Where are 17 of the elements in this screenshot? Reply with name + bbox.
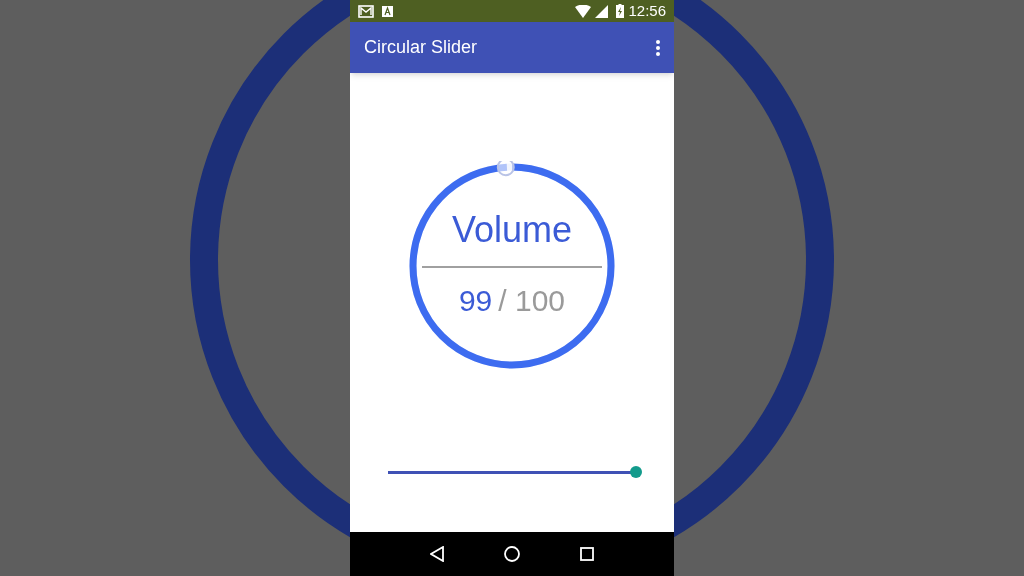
signal-icon [595, 4, 609, 18]
overflow-menu-icon[interactable] [656, 39, 660, 56]
recents-icon[interactable] [580, 547, 594, 561]
battery-charging-icon [616, 4, 625, 18]
app-notification-icon [382, 5, 393, 17]
slider[interactable] [388, 466, 642, 478]
slider-value: 99 [458, 284, 493, 318]
slider-thumb[interactable] [630, 466, 642, 478]
clock: 12:56 [628, 0, 666, 21]
slider-label: Volume [451, 210, 573, 250]
back-icon[interactable] [430, 546, 444, 562]
slider-max: / 100 [498, 284, 566, 318]
home-icon[interactable] [504, 546, 520, 562]
mail-icon [358, 4, 374, 18]
circular-slider-thumb[interactable] [496, 161, 515, 177]
wifi-icon [575, 4, 592, 18]
app-title: Circular Slider [364, 36, 479, 59]
